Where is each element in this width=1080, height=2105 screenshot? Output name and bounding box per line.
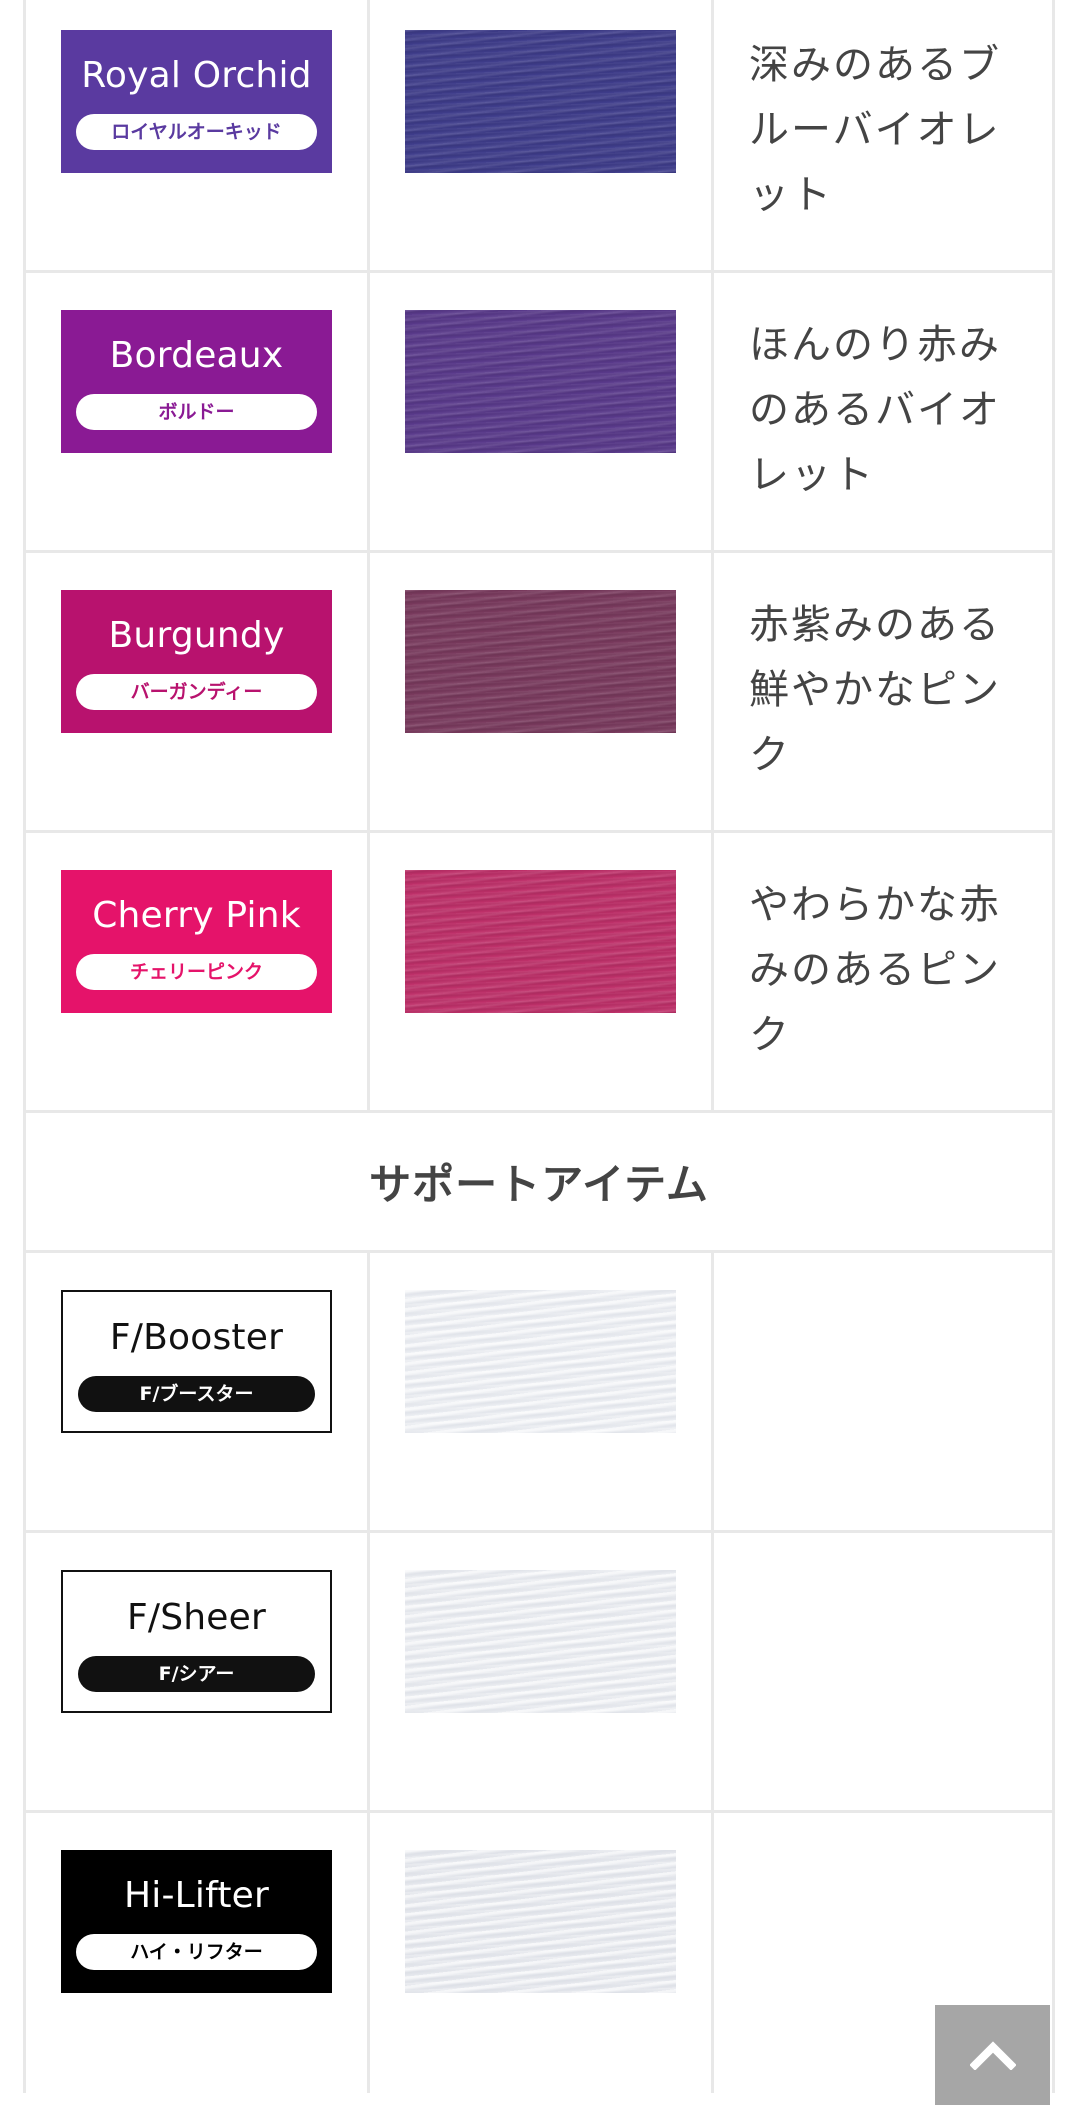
table-row: Hi-Lifter ハイ・リフター	[23, 1813, 1055, 2093]
color-swatch	[405, 310, 676, 453]
color-description: 赤紫みのある鮮やかなピンク	[749, 602, 1001, 778]
table-row: F/Booster F/ブースター	[23, 1253, 1055, 1533]
table-row: Cherry Pink チェリーピンク やわらかな赤みのあるピンク	[23, 833, 1055, 1113]
color-kana: ボルドー	[76, 394, 317, 430]
color-swatch	[405, 590, 676, 733]
color-kana: チェリーピンク	[76, 954, 317, 990]
color-description: ほんのり赤みのあるバイオレット	[749, 322, 1001, 498]
color-description: 深みのあるブルーバイオレット	[749, 42, 1001, 218]
color-name: Royal Orchid	[81, 55, 312, 96]
support-name: F/Booster	[109, 1317, 284, 1358]
table-row: Royal Orchid ロイヤルオーキッド 深みのあるブルーバイオレット	[23, 0, 1055, 273]
support-kana: F/ブースター	[78, 1376, 315, 1412]
table-row: Bordeaux ボルドー ほんのり赤みのあるバイオレット	[23, 273, 1055, 553]
empty-description-cell	[711, 1533, 1055, 1810]
support-swatch	[405, 1570, 676, 1713]
color-kana: ロイヤルオーキッド	[76, 114, 317, 150]
chevron-up-icon	[969, 2041, 1016, 2070]
section-title: サポートアイテム	[369, 1160, 709, 1209]
color-swatch	[405, 30, 676, 173]
color-label-cherry-pink: Cherry Pink チェリーピンク	[61, 870, 332, 1013]
table-row: F/Sheer F/シアー	[23, 1533, 1055, 1813]
support-section-header: サポートアイテム	[23, 1113, 1055, 1253]
support-label-hi-lifter: Hi-Lifter ハイ・リフター	[61, 1850, 332, 1993]
color-name: Burgundy	[108, 615, 285, 656]
support-swatch	[405, 1290, 676, 1433]
color-label-bordeaux: Bordeaux ボルドー	[61, 310, 332, 453]
color-swatch	[405, 870, 676, 1013]
empty-description-cell	[711, 1253, 1055, 1530]
color-name: Cherry Pink	[92, 895, 301, 936]
support-kana: F/シアー	[78, 1656, 315, 1692]
support-swatch	[405, 1850, 676, 1993]
support-kana: ハイ・リフター	[76, 1934, 317, 1970]
color-table: Royal Orchid ロイヤルオーキッド 深みのあるブルーバイオレット Bo…	[23, 0, 1055, 2093]
support-name: F/Sheer	[126, 1597, 266, 1638]
color-label-royal-orchid: Royal Orchid ロイヤルオーキッド	[61, 30, 332, 173]
color-label-burgundy: Burgundy バーガンディー	[61, 590, 332, 733]
back-to-top-button[interactable]	[935, 2005, 1050, 2105]
color-name: Bordeaux	[109, 335, 284, 376]
table-row: Burgundy バーガンディー 赤紫みのある鮮やかなピンク	[23, 553, 1055, 833]
support-label-f-booster: F/Booster F/ブースター	[61, 1290, 332, 1433]
support-label-f-sheer: F/Sheer F/シアー	[61, 1570, 332, 1713]
color-description: やわらかな赤みのあるピンク	[749, 882, 1001, 1058]
support-name: Hi-Lifter	[123, 1875, 270, 1916]
color-kana: バーガンディー	[76, 674, 317, 710]
